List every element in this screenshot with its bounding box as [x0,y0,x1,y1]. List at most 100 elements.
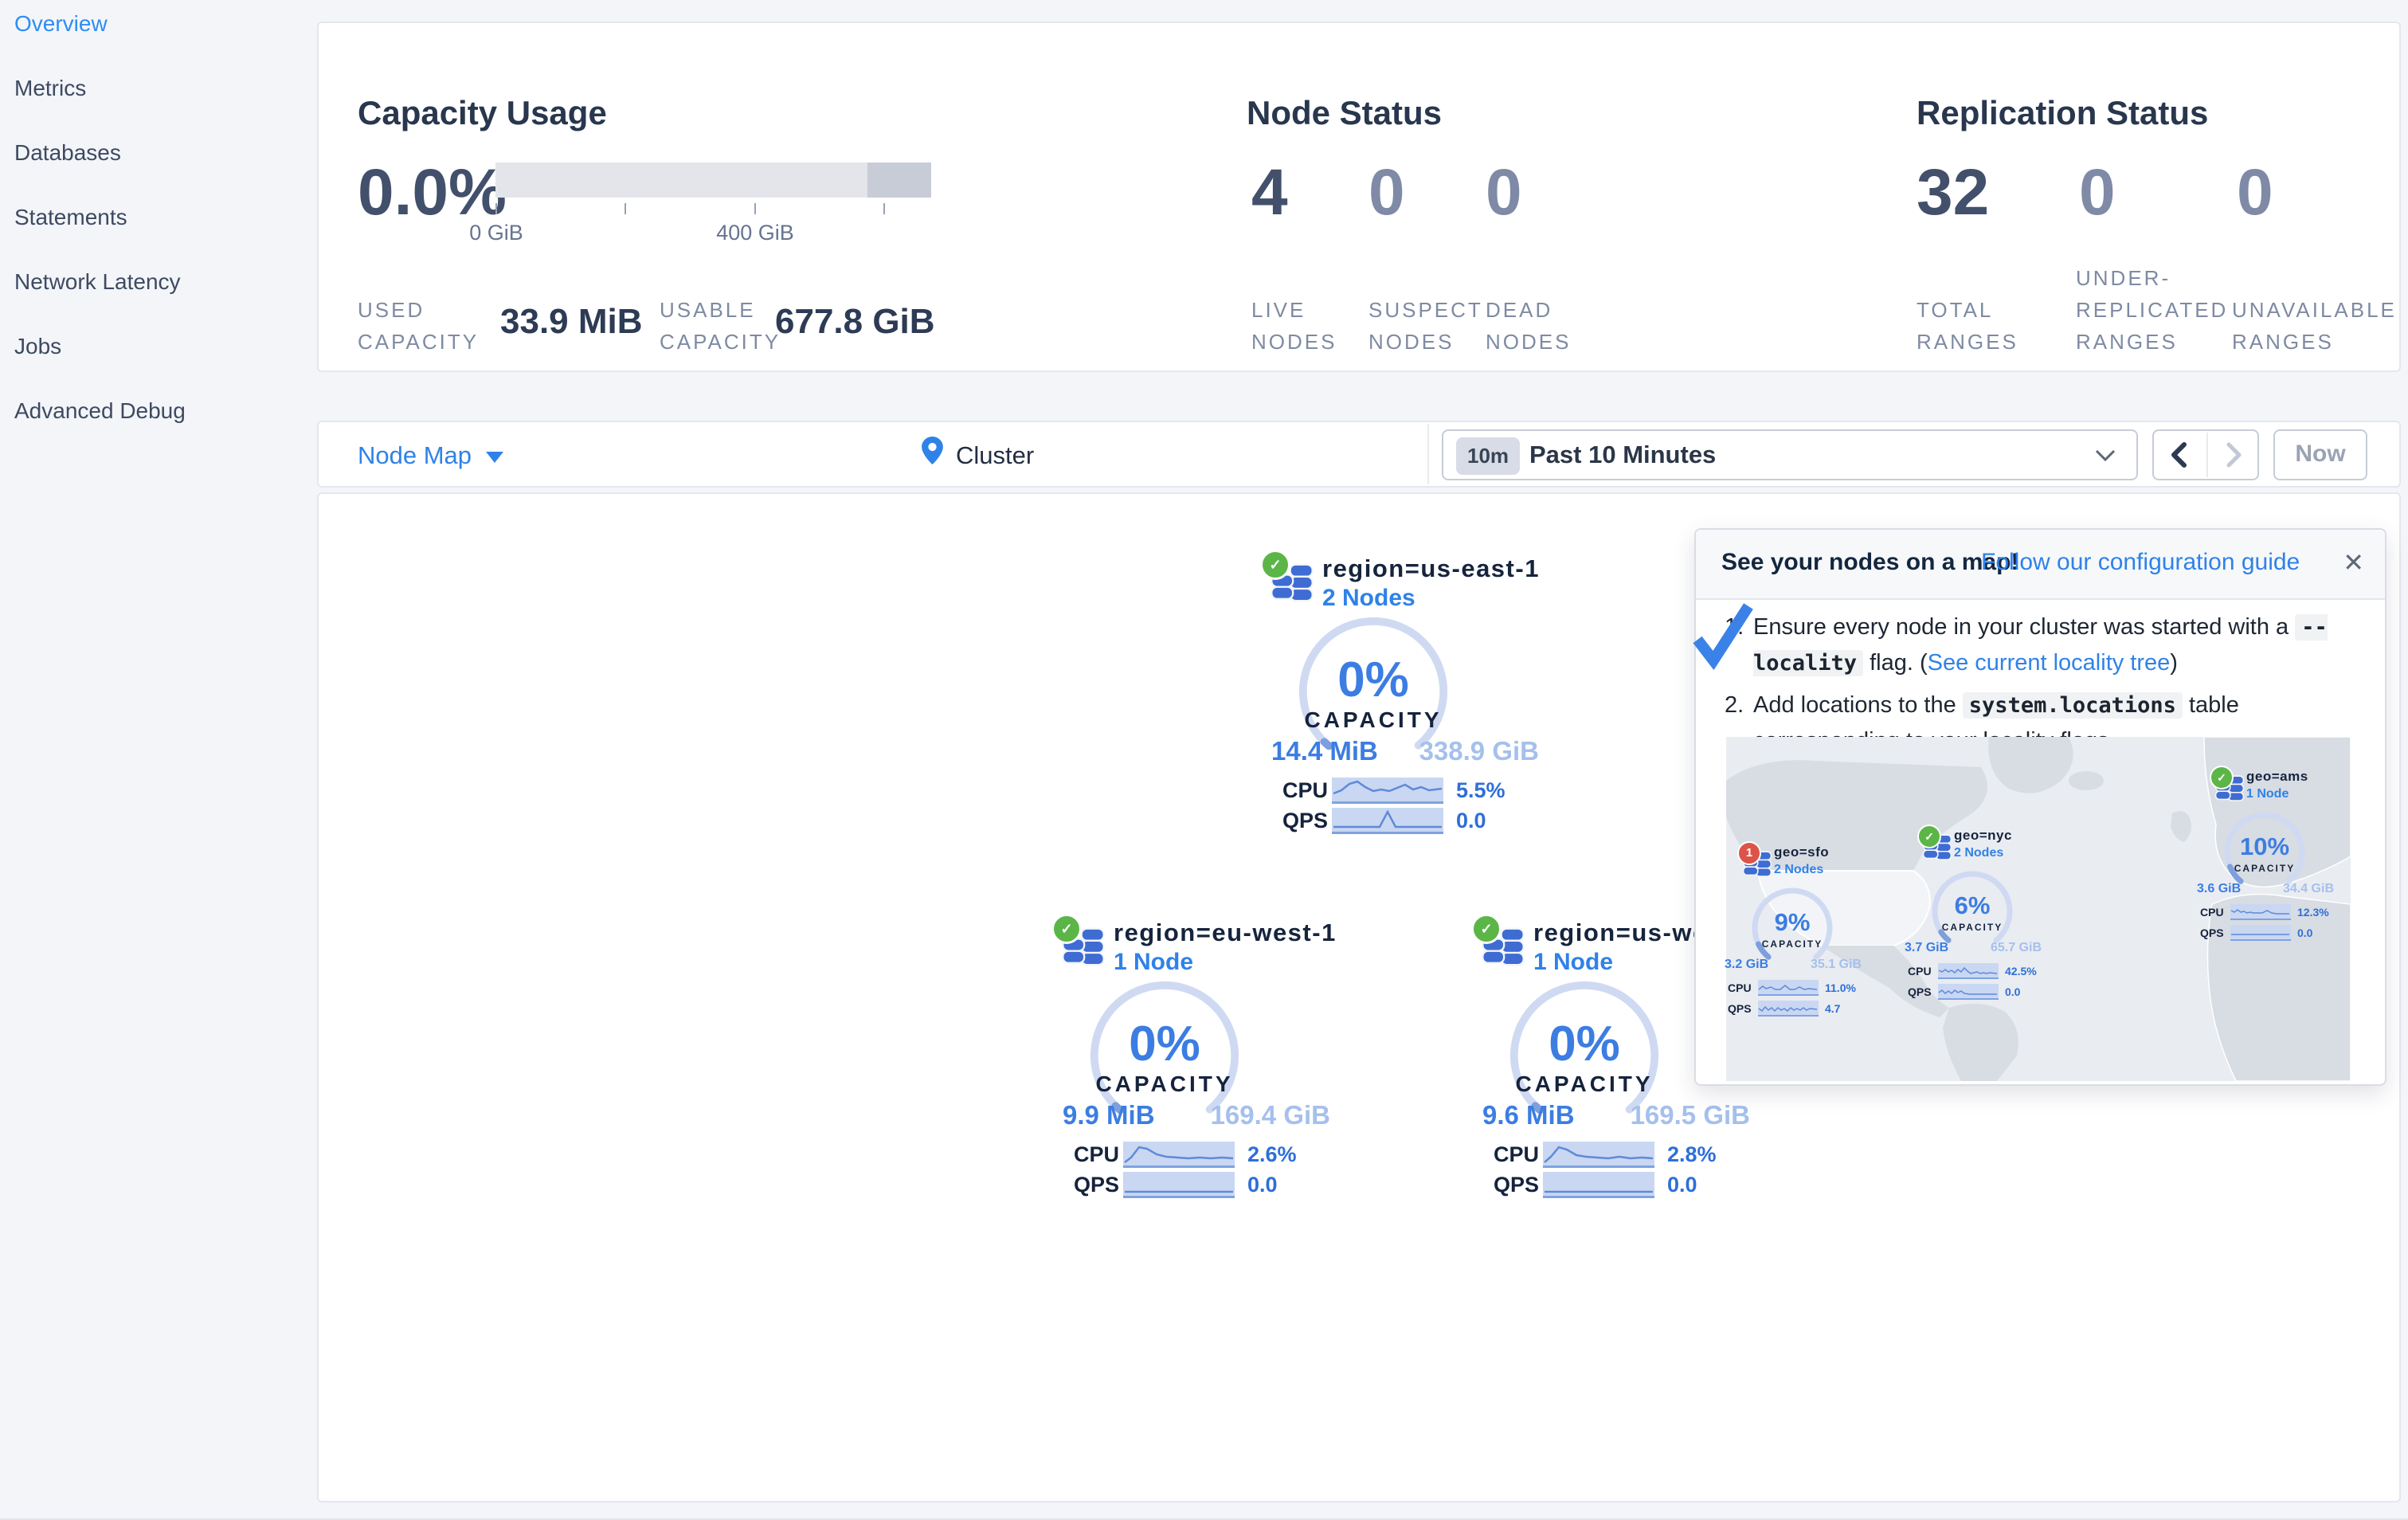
sidebar-item-statements[interactable]: Statements [14,205,127,230]
usable-capacity-value: 677.8 GiB [775,302,935,341]
qps-label: QPS [2200,926,2224,939]
qps-value: 0.0 [1247,1173,1278,1197]
locality-tree-link[interactable]: See current locality tree [1928,650,2171,676]
sidebar-item-network-latency[interactable]: Network Latency [14,269,181,295]
total-ranges-count: 32 [1917,156,1990,229]
step-text: ) [2170,650,2178,676]
locality-title: region=us-east-1 [1322,554,1540,582]
view-mode-label: Node Map [358,441,472,469]
qps-value: 4.7 [1825,1002,1841,1015]
map-node-geo-ams: ✓ geo=ams 1 Node 10% CAPACITY 3.6 GiB 34… [2197,766,2334,950]
cpu-value: 2.8% [1667,1142,1717,1166]
capacity-used-percent: 0.0% [358,156,507,229]
label-line: CAPACITY [358,330,480,354]
capacity-label: CAPACITY [1095,1071,1234,1096]
sidebar-item-databases[interactable]: Databases [14,140,121,166]
view-toolbar: Node Map Cluster 10m Past 10 Minutes Now [317,421,2401,488]
capacity-label: CAPACITY [1515,1071,1654,1096]
step-text: flag. ( [1863,650,1928,676]
configuration-guide-link[interactable]: Follow our configuration guide [1981,549,2300,576]
used-value: 3.2 GiB [1725,958,1769,971]
locality-nodes-label: 1 Node [2246,787,2289,801]
sidebar-item-overview[interactable]: Overview [14,11,108,37]
time-range-badge: 10m [1456,437,1521,475]
breadcrumb[interactable]: Cluster [956,441,1034,470]
node-map-panel: ✓ region=us-east-1 2 Nodes 0% CAPACITY 1… [317,492,2401,1502]
locality-nodes-link[interactable]: 2 Nodes [1322,585,1415,612]
label-line: SUSPECT [1368,298,1483,322]
locality-card-eu-west-1[interactable]: ✓ region=eu-west-1 1 Node 0% CAPACITY 9.… [1051,914,1341,1201]
guide-steps: 1. Ensure every node in your cluster was … [1725,609,2362,758]
sidebar-item-metrics[interactable]: Metrics [14,76,86,101]
locality-nodes-link[interactable]: 1 Node [1114,949,1193,976]
next-time-button[interactable] [2208,431,2261,479]
unavailable-ranges-label: UNAVAILABLE RANGES [2232,294,2397,358]
now-button-label: Now [2295,441,2346,467]
time-range-label: Past 10 Minutes [1529,441,1717,468]
map-node-geo-sfo: 1 geo=sfo 2 Nodes 9% CAPACITY 3.2 GiB 35… [1725,841,1862,1026]
cpu-value: 12.3% [2297,906,2329,919]
used-value: 9.6 MiB [1482,1100,1575,1130]
map-node-geo-nyc: ✓ geo=nyc 2 Nodes 6% CAPACITY 3.7 GiB 65… [1905,825,2042,1009]
chevron-right-icon [2226,442,2242,468]
total-ranges-label: TOTAL RANGES [1917,294,2018,358]
axis-label-400: 400 GiB [716,221,794,245]
time-step-buttons [2152,429,2259,480]
locality-nodes-link[interactable]: 1 Node [1533,949,1613,976]
sidebar-item-jobs[interactable]: Jobs [14,334,61,359]
view-mode-dropdown[interactable]: Node Map [358,441,504,470]
live-nodes-count: 4 [1251,156,1288,229]
total-value: 34.4 GiB [2282,882,2334,895]
locality-title: geo=ams [2246,769,2308,784]
now-button[interactable]: Now [2273,429,2367,480]
total-value: 169.5 GiB [1630,1100,1750,1130]
axis-label-0: 0 GiB [469,221,523,245]
label-line: USABLE [660,298,756,322]
capacity-percent: 10% [2239,832,2290,860]
time-range-dropdown[interactable]: 10m Past 10 Minutes [1442,429,2138,480]
chevron-down-icon [486,451,504,463]
step-text: Ensure every node in your cluster was st… [1753,614,2296,640]
close-icon[interactable]: ✕ [2343,547,2364,578]
warning-badge-icon: 1 [1737,841,1761,865]
label-line: UNDER- [2076,266,2171,290]
guide-step-1: 1. Ensure every node in your cluster was … [1725,609,2362,681]
capacity-percent: 0% [1549,1017,1620,1071]
cpu-value: 11.0% [1825,981,1856,994]
total-value: 35.1 GiB [1810,958,1862,971]
cpu-label: CPU [1728,981,1752,994]
used-capacity-label: USED CAPACITY [358,294,479,358]
locality-card-us-east-1[interactable]: ✓ region=us-east-1 2 Nodes 0% CAPACITY 1… [1260,550,1550,836]
cpu-sparkline [1938,963,1999,979]
capacity-percent: 9% [1774,908,1811,936]
label-line: NODES [1368,330,1455,354]
toolbar-divider [1427,424,1429,484]
cockroachdb-console: Overview Metrics Databases Statements Ne… [0,0,2408,1520]
capacity-bar [495,163,931,198]
label-line: CAPACITY [660,330,781,354]
qps-label: QPS [1282,809,1329,832]
healthy-check-icon: ✓ [1917,825,1941,848]
node-status-title: Node Status [1247,93,1443,131]
replication-status-title: Replication Status [1917,93,2209,131]
qps-label: QPS [1494,1173,1540,1197]
guide-title: See your nodes on a map! [1721,549,2019,575]
cpu-sparkline [2230,904,2291,920]
total-value: 65.7 GiB [1990,941,2042,954]
chevron-down-icon [2095,449,2116,462]
used-capacity-value: 33.9 MiB [500,302,643,341]
cpu-value: 2.6% [1247,1142,1297,1166]
chevron-left-icon [2171,442,2187,468]
live-nodes-label: LIVE NODES [1251,294,1337,358]
label-line: USED [358,298,425,322]
label-line: DEAD [1486,298,1553,322]
qps-sparkline [1543,1172,1654,1198]
label-line: RANGES [2232,330,2334,354]
total-value: 169.4 GiB [1210,1100,1330,1130]
capacity-percent: 0% [1129,1017,1200,1071]
healthy-check-icon: ✓ [1471,914,1502,944]
sidebar-item-advanced-debug[interactable]: Advanced Debug [14,398,186,424]
prev-time-button[interactable] [2154,431,2206,479]
qps-label: QPS [1074,1173,1120,1197]
qps-label: QPS [1908,985,1932,998]
